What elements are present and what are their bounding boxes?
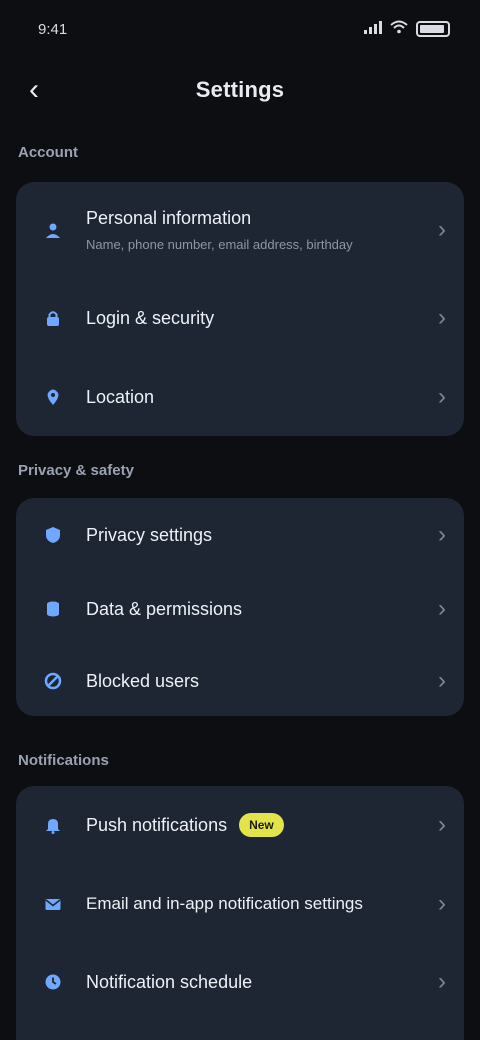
status-bar: 9:41 — [0, 0, 480, 58]
section-header-notifications: Notifications — [18, 752, 109, 769]
chevron-right-icon: › — [438, 595, 446, 622]
row-text: Data & permissions — [86, 599, 428, 620]
row-text: Location — [86, 387, 428, 408]
row-login-security[interactable]: Login & security › — [16, 278, 464, 358]
row-label: Push notifications New — [86, 813, 428, 837]
row-subtitle: Name, phone number, email address, birth… — [86, 237, 353, 252]
signal-icon — [364, 20, 382, 38]
block-icon — [40, 668, 66, 694]
row-email-notifications[interactable]: Email and in-app notification settings › — [16, 864, 464, 944]
chevron-right-icon: › — [438, 968, 446, 995]
row-label: Blocked users — [86, 670, 200, 691]
section-header-privacy: Privacy & safety — [18, 462, 134, 479]
row-text: Personal information Name, phone number,… — [86, 208, 428, 252]
row-text: Push notifications New — [86, 813, 428, 837]
account-card: Personal information Name, phone number,… — [16, 182, 464, 436]
new-badge: New — [239, 813, 284, 837]
privacy-card: Privacy settings › Data & permissions › … — [16, 498, 464, 716]
row-label-text: Push notifications — [86, 814, 228, 835]
row-text: Email and in-app notification settings — [86, 894, 428, 914]
status-right — [364, 20, 450, 38]
row-label: Login & security — [86, 307, 215, 328]
row-location[interactable]: Location › — [16, 358, 464, 436]
page-title: Settings — [195, 77, 285, 102]
chevron-right-icon: › — [438, 667, 446, 694]
wifi-icon — [390, 20, 408, 38]
shield-icon — [40, 522, 66, 548]
row-text: Login & security — [86, 308, 428, 329]
row-label: Privacy settings — [86, 524, 213, 545]
row-label: Data & permissions — [86, 598, 243, 619]
chevron-right-icon: › — [438, 890, 446, 917]
row-label: Notification schedule — [86, 971, 253, 992]
row-notification-schedule[interactable]: Notification schedule › — [16, 944, 464, 1020]
row-data-permissions[interactable]: Data & permissions › — [16, 572, 464, 646]
row-personal-information[interactable]: Personal information Name, phone number,… — [16, 182, 464, 278]
row-label: Location — [86, 386, 155, 407]
row-label: Email and in-app notification settings — [86, 894, 363, 913]
row-push-notifications[interactable]: Push notifications New › — [16, 786, 464, 864]
location-icon — [40, 384, 66, 410]
back-button[interactable]: ‹ — [14, 70, 54, 110]
chevron-right-icon: › — [438, 811, 446, 838]
clock-icon — [40, 969, 66, 995]
notifications-card: Push notifications New › Email and in-ap… — [16, 786, 464, 1040]
time-label: 9:41 — [38, 20, 68, 38]
database-icon — [40, 596, 66, 622]
row-text: Privacy settings — [86, 525, 428, 546]
row-text: Notification schedule — [86, 972, 428, 993]
row-blocked-users[interactable]: Blocked users › — [16, 646, 464, 716]
chevron-left-icon: ‹ — [29, 73, 39, 106]
row-privacy-settings[interactable]: Privacy settings › — [16, 498, 464, 572]
mail-icon — [40, 891, 66, 917]
chevron-right-icon: › — [438, 521, 446, 548]
battery-fill — [420, 25, 444, 33]
row-text: Blocked users — [86, 671, 428, 692]
chevron-right-icon: › — [438, 216, 446, 243]
section-header-account: Account — [18, 144, 78, 161]
battery-icon — [416, 21, 450, 37]
status-left: 9:41 — [38, 21, 67, 38]
chevron-right-icon: › — [438, 304, 446, 331]
person-icon — [40, 217, 66, 243]
bell-icon — [40, 812, 66, 838]
row-label: Personal information — [86, 208, 252, 228]
chevron-right-icon: › — [438, 383, 446, 410]
header: ‹ Settings — [0, 62, 480, 118]
lock-icon — [40, 305, 66, 331]
